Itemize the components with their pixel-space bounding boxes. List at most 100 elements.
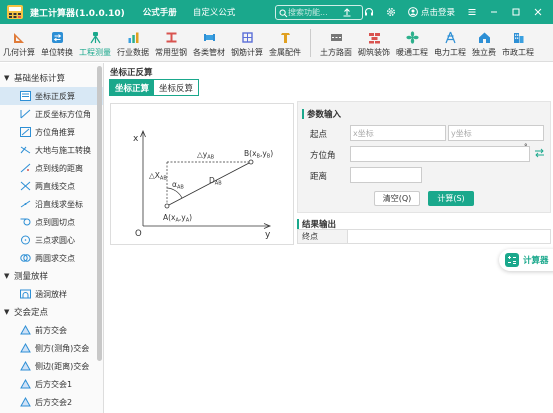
triangle-icon	[20, 361, 31, 371]
chevron-down-icon: ▼	[4, 308, 10, 316]
azimuth-icon	[20, 109, 31, 119]
line-intersect-icon	[20, 181, 31, 191]
section-bar	[297, 219, 299, 229]
start-label: 起点	[310, 130, 328, 140]
survey-icon	[89, 32, 101, 44]
minimize-icon[interactable]	[483, 4, 505, 20]
distance-input[interactable]	[350, 167, 422, 183]
tab-custom-formula[interactable]: 自定义公式	[189, 3, 240, 21]
sidebar-item-line-coord[interactable]: 沿直线求坐标	[0, 195, 103, 213]
point-a	[164, 203, 170, 209]
sidebar-item-label: 前方交会	[35, 325, 67, 335]
sidebar-item-label: 后方交会2	[35, 397, 73, 407]
upload-icon[interactable]	[336, 4, 358, 20]
sidebar-item-geodetic-convert[interactable]: 大地与施工转换	[0, 141, 103, 159]
sidebar-item-coord-forward-inverse[interactable]: 坐标正反算	[0, 87, 103, 105]
distance-label: DAB	[209, 176, 222, 187]
toolbar-item-survey[interactable]: 工程测量	[76, 25, 114, 61]
sidebar-item-side-angle-intersection[interactable]: 侧方(测角)交会	[0, 339, 103, 357]
close-icon[interactable]	[527, 4, 549, 20]
sidebar: ▼ 基础坐标计算 坐标正反算 正反坐标方位角 方位角推算 大地与施工转换 点到线…	[0, 63, 104, 413]
section-bar	[302, 109, 304, 119]
fan-icon	[405, 31, 419, 44]
swap-arrows-icon[interactable]	[534, 148, 545, 158]
calculate-button[interactable]: 计算(S)	[428, 191, 474, 206]
toolbar-label: 电力工程	[434, 48, 466, 57]
clear-button[interactable]: 清空(Q)	[374, 191, 420, 206]
sidebar-item-azimuth-calc[interactable]: 方位角推算	[0, 123, 103, 141]
y-axis-label: y	[265, 230, 271, 240]
degree-symbol: °	[524, 143, 528, 151]
login-button[interactable]: 点击登录	[408, 6, 455, 18]
steel-beam-icon	[166, 32, 176, 43]
sidebar-item-culvert[interactable]: 涵洞放样	[0, 285, 103, 303]
chevron-down-icon: ▼	[4, 74, 10, 82]
tab-coord-forward[interactable]: 坐标正算	[110, 80, 155, 95]
category-toolbar: 几何计算 单位转换 工程测量 行业数据 常用型钢 各类管材 钢筋计算 金属配件 …	[0, 24, 553, 62]
house-icon	[478, 32, 490, 43]
tab-coord-inverse[interactable]: 坐标反算	[154, 80, 199, 95]
settings-gear-icon[interactable]	[380, 4, 402, 20]
distance-label: 距离	[310, 172, 328, 182]
toolbar-item-municipal[interactable]: 市政工程	[499, 25, 537, 61]
headset-icon[interactable]	[358, 4, 380, 20]
bar-chart-icon	[128, 32, 138, 43]
sidebar-item-label: 沿直线求坐标	[35, 199, 83, 209]
menu-icon[interactable]	[461, 4, 483, 20]
sidebar-group-label: 基础坐标计算	[14, 74, 66, 84]
toolbar-item-rebar[interactable]: 钢筋计算	[228, 25, 266, 61]
toolbar-item-pipes[interactable]: 各类管材	[190, 25, 228, 61]
toolbar-item-earthwork[interactable]: 土方路面	[317, 25, 355, 61]
point-a-label: A(xA,yA)	[163, 213, 192, 224]
sidebar-group-label: 交会定点	[14, 308, 49, 318]
sidebar-item-circles-intersect[interactable]: 两圆求交点	[0, 249, 103, 267]
triangle-icon	[20, 325, 31, 335]
sidebar-item-side-distance-intersection[interactable]: 侧边(距离)交会	[0, 357, 103, 375]
toolbar-item-unit-convert[interactable]: 单位转换	[38, 25, 76, 61]
sidebar-item-forward-intersection[interactable]: 前方交会	[0, 321, 103, 339]
building-icon	[513, 33, 523, 43]
start-y-input[interactable]	[448, 125, 544, 141]
sidebar-item-label: 侧方(测角)交会	[35, 343, 90, 353]
sidebar-item-resection-1[interactable]: 后方交会1	[0, 375, 103, 393]
sidebar-item-line-intersect[interactable]: 两直线交点	[0, 177, 103, 195]
tab-formula-manual[interactable]: 公式手册	[139, 3, 181, 21]
toolbar-item-masonry[interactable]: 砌筑装饰	[355, 25, 393, 61]
params-panel: 参数输入 起点 方位角 ° 距离 清空(Q) 计算(S)	[297, 101, 551, 213]
sidebar-group-intersection[interactable]: ▼ 交会定点	[0, 303, 103, 321]
sidebar-group-basic-coords[interactable]: ▼ 基础坐标计算	[0, 69, 103, 87]
triangle-icon	[20, 397, 31, 407]
toolbar-item-geometry[interactable]: 几何计算	[0, 25, 38, 61]
toolbar-item-hvac[interactable]: 暖通工程	[393, 25, 431, 61]
app-logo-icon	[6, 4, 24, 20]
sidebar-scrollbar[interactable]	[97, 66, 102, 361]
toolbar-label: 几何计算	[3, 48, 35, 57]
toolbar-label: 行业数据	[117, 48, 149, 57]
toolbar-label: 单位转换	[41, 48, 73, 57]
calculator-button[interactable]: 计算器	[499, 249, 553, 271]
start-x-input[interactable]	[350, 125, 446, 141]
toolbar-item-steel[interactable]: 常用型钢	[152, 25, 190, 61]
toolbar-item-independent-fee[interactable]: 独立费	[469, 25, 499, 61]
sidebar-item-resection-2[interactable]: 后方交会2	[0, 393, 103, 411]
user-avatar-icon	[408, 7, 418, 17]
azimuth-input[interactable]	[350, 146, 530, 162]
toolbar-item-power[interactable]: 电力工程	[431, 25, 469, 61]
sidebar-item-azimuth[interactable]: 正反坐标方位角	[0, 105, 103, 123]
toolbar-item-industry-data[interactable]: 行业数据	[114, 25, 152, 61]
main-content: 坐标正反算 坐标正算 坐标反算 x y O △yAB △XAB αAB DAB …	[105, 63, 553, 413]
sidebar-item-tangent[interactable]: 点到圆切点	[0, 213, 103, 231]
sidebar-group-layout-survey[interactable]: ▼ 测量放样	[0, 267, 103, 285]
end-point-value[interactable]	[348, 230, 550, 243]
sidebar-item-label: 大地与施工转换	[35, 145, 91, 155]
delta-y-label: △yAB	[197, 150, 215, 161]
title-bar: 建工计算器(1.0.0.10) 公式手册 自定义公式 点击登录	[0, 0, 553, 24]
maximize-icon[interactable]	[505, 4, 527, 20]
subtab-bar: 坐标正算 坐标反算	[109, 79, 200, 96]
toolbar-label: 钢筋计算	[231, 48, 263, 57]
toolbar-label: 土方路面	[320, 48, 352, 57]
toolbar-item-metal-parts[interactable]: 金属配件	[266, 25, 304, 61]
params-title: 参数输入	[302, 108, 341, 120]
sidebar-item-circle-center[interactable]: 三点求圆心	[0, 231, 103, 249]
sidebar-item-point-to-line[interactable]: 点到线的距离	[0, 159, 103, 177]
